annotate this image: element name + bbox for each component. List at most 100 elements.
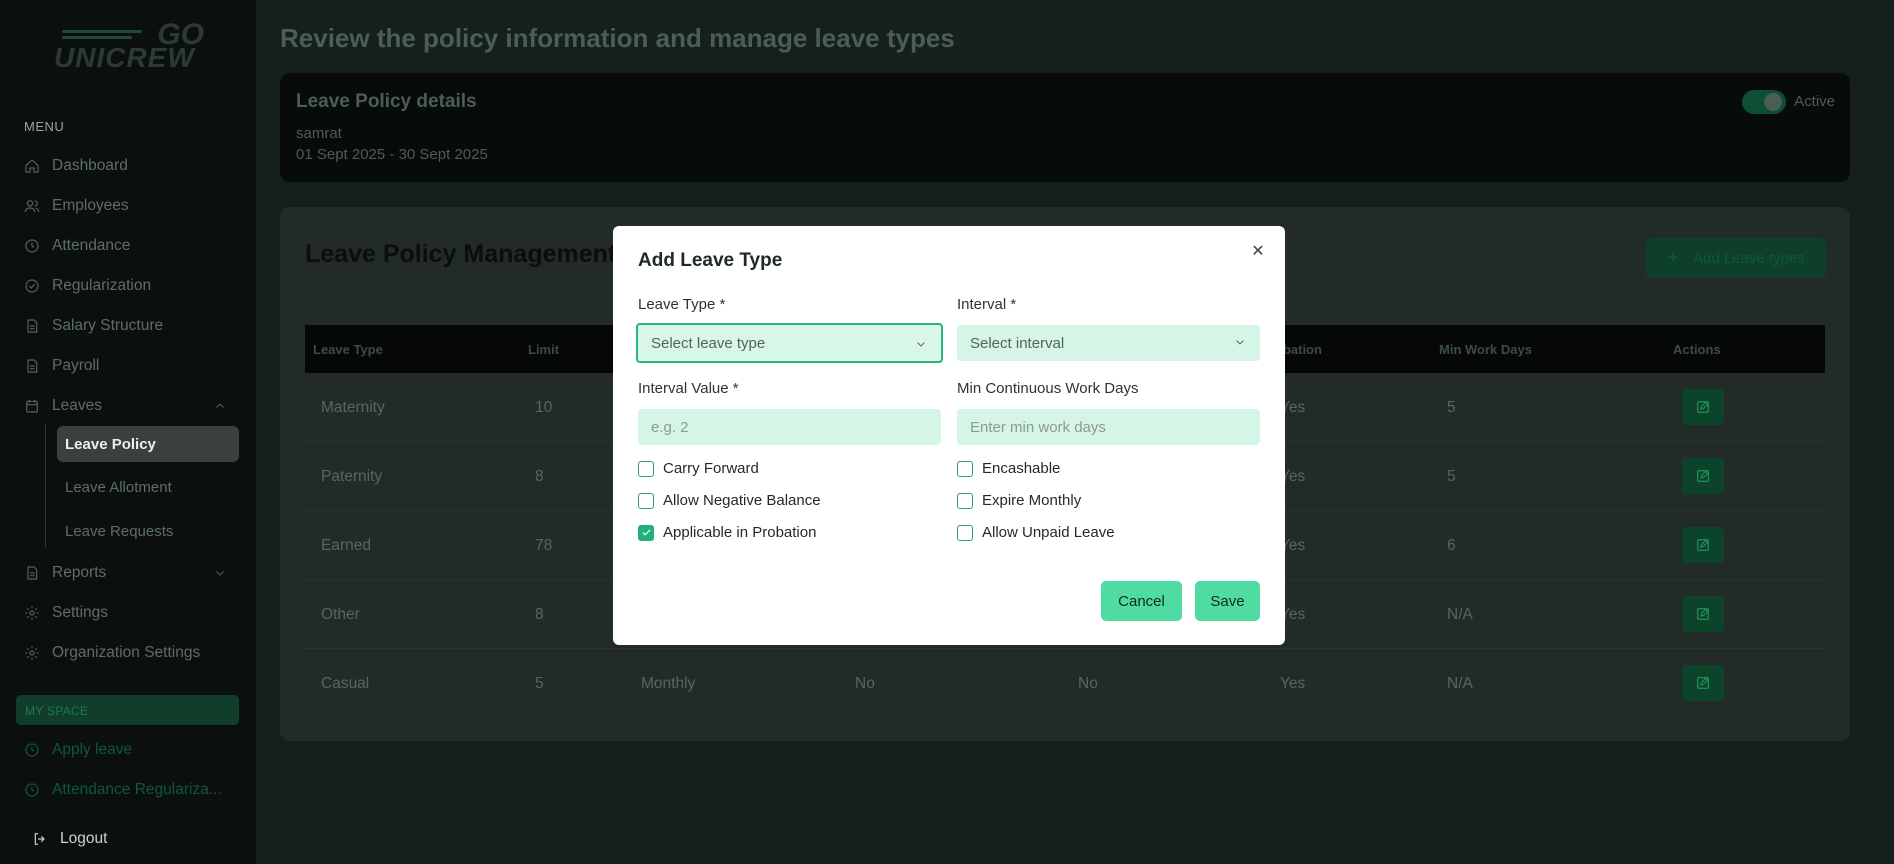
logout-button[interactable]: Logout (32, 826, 107, 852)
active-label: Active (1794, 93, 1835, 110)
sidebar-item-attendance[interactable]: Attendance (24, 233, 130, 259)
management-title: Leave Policy Management (305, 240, 617, 268)
interval-label: Interval * (957, 296, 1017, 313)
policy-details-card: Leave Policy details samrat 01 Sept 2025… (280, 73, 1850, 182)
cell-type: Casual (321, 675, 370, 692)
checkbox-label: Expire Monthly (982, 492, 1082, 509)
save-button[interactable]: Save (1195, 581, 1260, 621)
cell-limit: 10 (535, 399, 553, 416)
interval-select[interactable]: Select interval (957, 325, 1260, 361)
edit-icon (1697, 677, 1709, 689)
sidebar-item-reports[interactable]: Reports (24, 560, 224, 586)
checkbox-label: Allow Unpaid Leave (982, 524, 1115, 541)
chevron-up-icon[interactable] (214, 400, 226, 412)
gear-icon (25, 646, 39, 660)
checkbox-label: Allow Negative Balance (663, 492, 821, 509)
sidebar-item-leave-requests[interactable]: Leave Requests (57, 513, 239, 549)
min-work-days-label: Min Continuous Work Days (957, 380, 1139, 397)
edit-button[interactable] (1682, 527, 1724, 563)
sidebar: GO UNICREW MENU Dashboard Employees Atte… (0, 0, 256, 864)
sidebar-item-apply-leave[interactable]: Apply leave (24, 737, 132, 763)
cell-type: Earned (321, 537, 371, 554)
allow-unpaid-leave-checkbox[interactable]: Allow Unpaid Leave (957, 524, 1115, 541)
expire-monthly-checkbox[interactable]: Expire Monthly (957, 492, 1081, 509)
carry-forward-checkbox[interactable]: Carry Forward (638, 460, 759, 477)
sidebar-item-leave-policy[interactable]: Leave Policy (57, 426, 239, 462)
sidebar-item-label: Dashboard (52, 157, 128, 174)
cell-min-days: 5 (1447, 468, 1456, 485)
sidebar-item-leaves[interactable]: Leaves (24, 393, 224, 419)
cancel-button[interactable]: Cancel (1101, 581, 1182, 621)
applicable-in-probation-checkbox[interactable]: Applicable in Probation (638, 524, 816, 541)
menu-title: MENU (24, 119, 65, 134)
sidebar-item-attendance-regularization[interactable]: Attendance Regulariza... (24, 777, 222, 803)
cell-min-days: 5 (1447, 399, 1456, 416)
logout-icon (34, 833, 45, 845)
sidebar-item-organization-settings[interactable]: Organization Settings (24, 640, 200, 666)
min-work-days-input[interactable]: Enter min work days (957, 409, 1260, 445)
cell-limit: 8 (535, 606, 544, 623)
document-icon (27, 359, 38, 373)
sidebar-item-leave-allotment[interactable]: Leave Allotment (57, 469, 239, 505)
checkbox-box[interactable] (638, 524, 654, 541)
checkbox-box[interactable] (957, 492, 973, 509)
sidebar-item-label: Salary Structure (52, 317, 164, 334)
users-icon (24, 200, 40, 213)
sidebar-item-label: Organization Settings (52, 644, 201, 661)
logout-label: Logout (60, 830, 108, 847)
cell-probation: Yes (1280, 675, 1306, 692)
sidebar-item-label: Reports (52, 564, 107, 581)
edit-icon (1697, 539, 1709, 551)
edit-button[interactable] (1682, 389, 1724, 425)
checkbox-box[interactable] (957, 460, 973, 477)
checkbox-box[interactable] (638, 492, 654, 509)
add-leave-types-button[interactable]: + Add Leave types (1646, 238, 1826, 278)
checkbox-label: Carry Forward (663, 460, 759, 477)
check-icon (641, 529, 651, 536)
active-toggle[interactable] (1742, 90, 1786, 114)
sidebar-item-label: Settings (52, 604, 109, 621)
sidebar-item-payroll[interactable]: Payroll (24, 353, 99, 379)
myspace-header: MY SPACE (16, 695, 239, 725)
toggle-knob (1764, 93, 1782, 111)
cell-interval: Monthly (641, 675, 696, 692)
cell-encashable: No (1078, 675, 1098, 692)
column-header: Actions (1673, 342, 1721, 357)
encashable-checkbox[interactable]: Encashable (957, 460, 1060, 477)
sidebar-item-dashboard[interactable]: Dashboard (24, 153, 128, 179)
brand-logo: GO UNICREW (54, 18, 204, 73)
edit-icon (1697, 608, 1709, 620)
sidebar-item-regularization[interactable]: Regularization (24, 273, 151, 299)
cell-limit: 5 (535, 675, 544, 692)
column-header: Limit (528, 342, 560, 357)
close-icon[interactable]: ✕ (1248, 241, 1268, 261)
interval-value-input[interactable]: e.g. 2 (638, 409, 941, 445)
edit-button[interactable] (1682, 596, 1724, 632)
column-header: Leave Type (313, 342, 383, 357)
edit-icon (1697, 401, 1709, 413)
cell-type: Other (321, 606, 360, 623)
home-icon (25, 159, 39, 173)
document-icon (27, 319, 38, 333)
cell-type: Paternity (321, 468, 383, 485)
clock-icon (25, 239, 39, 253)
chevron-down-icon (917, 342, 925, 347)
edit-button[interactable] (1682, 458, 1724, 494)
sidebar-item-salary-structure[interactable]: Salary Structure (24, 313, 163, 339)
leave-type-select[interactable]: Select leave type (636, 323, 943, 363)
table-row: Casual 5 Monthly No No Yes N/A (305, 649, 1825, 718)
chevron-down-icon[interactable] (214, 567, 226, 579)
page-title: Review the policy information and manage… (280, 23, 955, 53)
sidebar-item-employees[interactable]: Employees (24, 193, 129, 219)
edit-button[interactable] (1682, 665, 1724, 701)
sidebar-item-settings[interactable]: Settings (24, 600, 108, 626)
allow-negative-balance-checkbox[interactable]: Allow Negative Balance (638, 492, 821, 509)
cell-min-days: N/A (1447, 675, 1473, 692)
cell-limit: 78 (535, 537, 553, 554)
checkbox-label: Encashable (982, 460, 1061, 477)
calendar-icon (26, 400, 38, 413)
checkbox-box[interactable] (957, 524, 973, 541)
gear-icon (25, 606, 39, 620)
checkbox-label: Applicable in Probation (663, 524, 817, 541)
checkbox-box[interactable] (638, 460, 654, 477)
